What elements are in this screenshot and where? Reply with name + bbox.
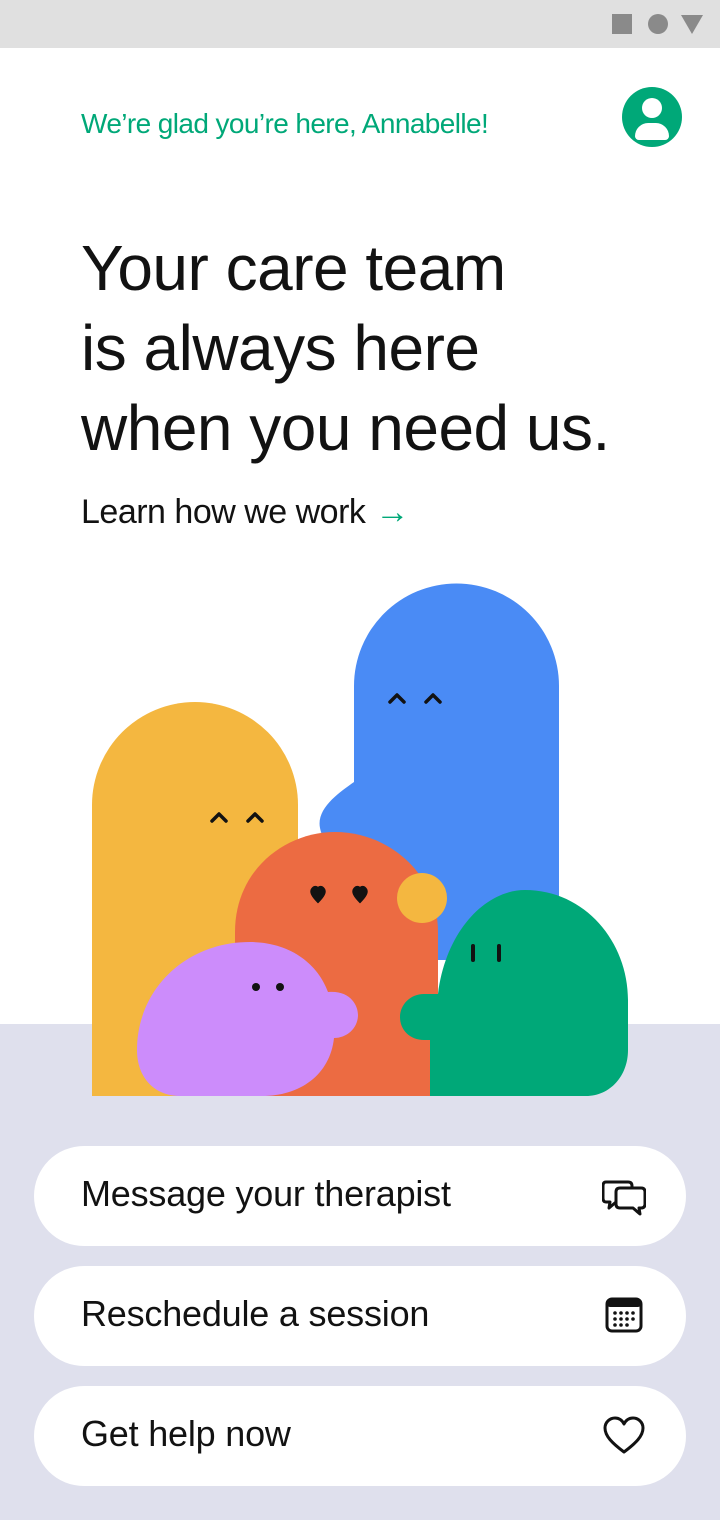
user-avatar-icon[interactable] xyxy=(622,87,682,147)
headline-line-3: when you need us. xyxy=(81,392,610,464)
headline-line-1: Your care team xyxy=(81,232,506,304)
avatar-body xyxy=(635,123,669,140)
get-help-now-button[interactable]: Get help now xyxy=(34,1386,686,1486)
reschedule-session-label: Reschedule a session xyxy=(81,1293,430,1334)
system-status-bar xyxy=(0,0,720,48)
orange-character-hand xyxy=(397,873,447,923)
calendar-icon xyxy=(605,1297,643,1333)
get-help-now-label: Get help now xyxy=(81,1413,291,1454)
heart-icon xyxy=(603,1416,645,1454)
message-therapist-label: Message your therapist xyxy=(81,1173,451,1214)
recent-apps-icon[interactable] xyxy=(612,14,632,34)
message-therapist-button[interactable]: Message your therapist xyxy=(34,1146,686,1246)
headline-line-2: is always here xyxy=(81,312,480,384)
learn-link-label: Learn how we work xyxy=(81,493,366,531)
back-icon[interactable] xyxy=(681,15,703,34)
greeting-text: We’re glad you’re here, Annabelle! xyxy=(81,108,489,139)
purple-character-eye-left xyxy=(252,983,260,991)
avatar-head xyxy=(642,98,662,118)
home-icon[interactable] xyxy=(648,14,668,34)
page-headline: Your care team is always here when you n… xyxy=(81,228,681,468)
purple-character-eye-right xyxy=(276,983,284,991)
learn-how-we-work-link[interactable]: Learn how we work → xyxy=(81,493,409,532)
arrow-right-icon: → xyxy=(375,493,409,531)
reschedule-session-button[interactable]: Reschedule a session xyxy=(34,1266,686,1366)
care-team-illustration xyxy=(92,583,628,1096)
chat-bubbles-icon xyxy=(602,1180,646,1216)
